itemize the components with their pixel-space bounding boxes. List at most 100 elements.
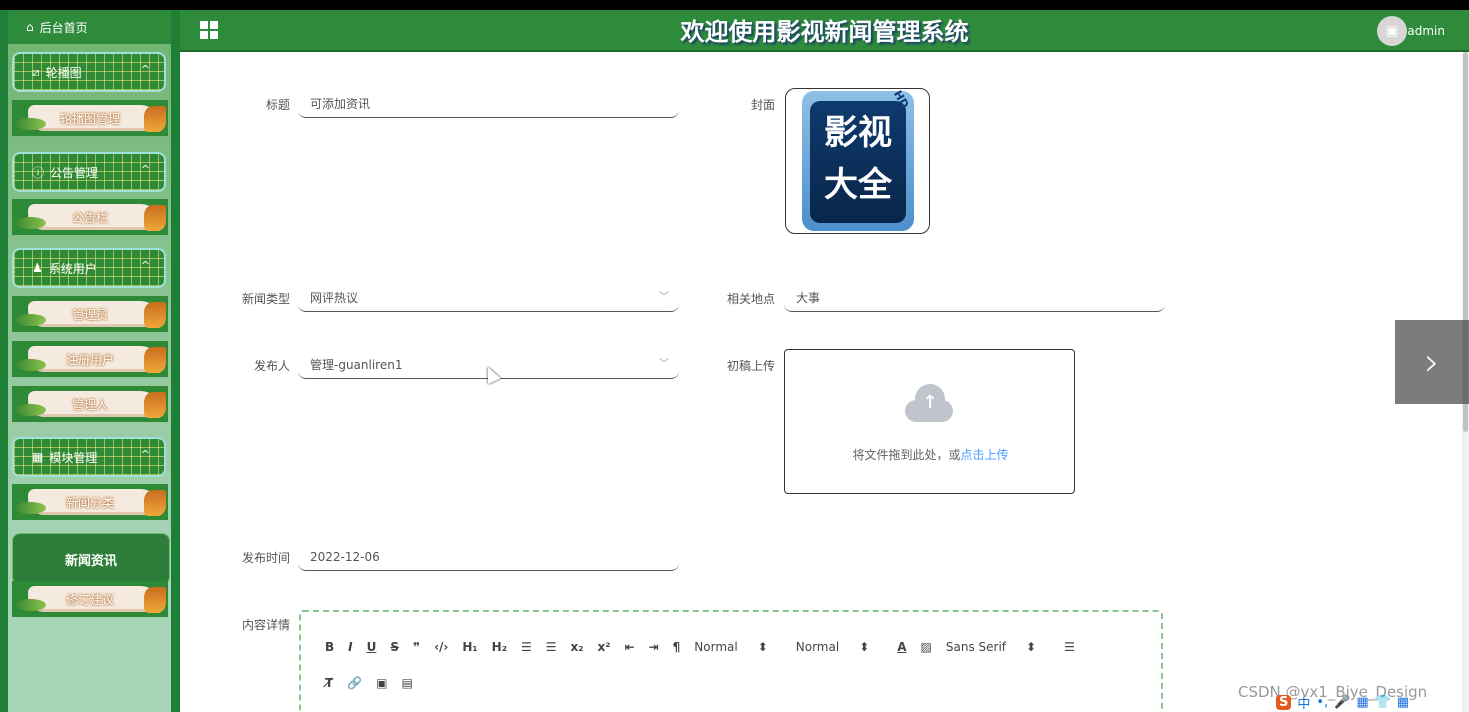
h2-button[interactable]: H₂ — [492, 640, 507, 654]
outdent-button[interactable]: ⇤ — [625, 640, 635, 654]
news-type-label: 新闻类型 — [241, 292, 290, 306]
keyboard-icon[interactable]: ▦ — [1356, 695, 1368, 710]
leaf-decoration — [16, 314, 46, 326]
leaf-decoration — [16, 404, 46, 416]
font-color-button[interactable]: A — [897, 640, 906, 654]
microphone-icon[interactable]: 🎤 — [1334, 695, 1350, 710]
align-button[interactable]: ☰ — [1064, 640, 1075, 654]
leaf-decoration — [144, 205, 166, 231]
avatar[interactable]: ▣ — [1377, 16, 1407, 46]
skin-icon[interactable]: 👕 — [1375, 695, 1391, 710]
sidebar-item-revision-suggestions[interactable]: 修订建议 — [12, 581, 168, 617]
grid-icon: ▦ — [32, 450, 44, 464]
blockquote-button[interactable]: ❞ — [413, 640, 420, 654]
place-label: 相关地点 — [726, 292, 775, 306]
video-button[interactable]: ▤ — [401, 676, 412, 690]
cover-logo: 影视 大全 HD — [802, 89, 914, 231]
next-arrow-button[interactable]: › — [1395, 320, 1469, 404]
cover-logo-inner: 影视 大全 — [810, 101, 906, 223]
sidebar-item-registered-users[interactable]: 注册用户 — [12, 341, 168, 377]
rich-text-editor[interactable]: B I U S ❞ ‹/› H₁ H₂ ☰ ☰ x₂ x² ⇤ ⇥ ¶ Norm… — [299, 610, 1163, 712]
size-select[interactable]: Normal ⬍ — [694, 640, 767, 654]
sidebar-group-label: 公告管理 — [50, 165, 99, 180]
bold-button[interactable]: B — [325, 640, 334, 654]
leaf-decoration — [16, 217, 46, 229]
italic-button[interactable]: I — [348, 640, 352, 654]
sidebar-group-module[interactable]: ▦ 模块管理 ^ — [12, 437, 166, 477]
leaf-decoration — [144, 392, 166, 418]
background-color-button[interactable]: ▨ — [921, 640, 932, 654]
title-input[interactable]: 可添加资讯 — [298, 92, 679, 118]
sidebar-group-carousel[interactable]: ⧄ 轮播图 ^ — [12, 52, 166, 92]
updown-icon: ⬍ — [859, 640, 870, 654]
sidebar-group-label: 系统用户 — [48, 261, 97, 276]
chevron-up-icon: ^ — [140, 163, 150, 176]
leaf-decoration — [16, 359, 46, 371]
code-button[interactable]: ‹/› — [434, 640, 448, 654]
sidebar-item-admin[interactable]: 管理员 — [12, 296, 168, 332]
image-button[interactable]: ▣ — [376, 676, 387, 690]
sidebar-item-label: 注册用户 — [65, 352, 114, 367]
publish-time-label: 发布时间 — [241, 551, 290, 565]
sidebar-item-carousel-manage[interactable]: 轮播图管理 — [12, 100, 168, 136]
screen-top-border — [0, 0, 1469, 10]
sidebar-home-link[interactable]: ⌂ 后台首页 — [8, 10, 171, 44]
draft-upload-label: 初稿上传 — [726, 359, 775, 373]
indent-button[interactable]: ⇥ — [649, 640, 659, 654]
link-button[interactable]: 🔗 — [347, 676, 362, 690]
upload-hint: 将文件拖到此处，或点击上传 — [785, 446, 1076, 463]
sidebar-group-label: 轮播图 — [45, 65, 82, 80]
news-type-select[interactable]: 网评热议 ﹀ — [298, 286, 679, 312]
alert-circle-icon: ⓘ — [32, 165, 45, 180]
place-input[interactable]: 大事 — [784, 286, 1165, 312]
underline-button[interactable]: U — [367, 640, 377, 654]
user-icon: ♟ — [32, 261, 43, 275]
sidebar-item-label: 新闻资讯 — [64, 553, 117, 569]
sogou-icon[interactable]: S — [1276, 695, 1292, 710]
sidebar-item-notice-board[interactable]: 公告栏 — [12, 199, 168, 235]
h1-button[interactable]: H₁ — [462, 640, 477, 654]
sidebar-group-notice[interactable]: ⓘ 公告管理 ^ — [12, 152, 166, 192]
sidebar-home-label: 后台首页 — [39, 20, 88, 35]
leaf-decoration — [16, 118, 46, 130]
sidebar-group-label: 模块管理 — [49, 450, 98, 465]
chevron-down-icon: ﹀ — [659, 292, 669, 303]
sidebar: ⌂ 后台首页 ⧄ 轮播图 ^ 轮播图管理 ⓘ 公告管理 ^ 公告栏 ♟ 系统用户… — [0, 10, 180, 712]
cover-image[interactable]: 影视 大全 HD — [785, 88, 930, 234]
text-direction-button[interactable]: ¶ — [673, 640, 681, 654]
font-select-value: Sans Serif — [945, 640, 1007, 654]
sidebar-item-news-category[interactable]: 新闻分类 — [12, 484, 168, 520]
clear-format-button[interactable]: T̸ — [325, 676, 333, 690]
size-select-value: Normal — [694, 640, 738, 654]
header-select-value: Normal — [795, 640, 840, 654]
subscript-button[interactable]: x₂ — [571, 640, 584, 654]
toolbox-icon[interactable]: ▦ — [1397, 695, 1409, 710]
upload-hint-text: 将文件拖到此处，或 — [852, 448, 961, 462]
superscript-button[interactable]: x² — [598, 640, 611, 654]
top-header: 欢迎使用影视新闻管理系统 ▣ admin — [180, 10, 1469, 52]
ordered-list-button[interactable]: ☰ — [521, 640, 532, 654]
sidebar-item-label: 公告栏 — [71, 210, 108, 225]
file-upload-dropzone[interactable]: ↑ 将文件拖到此处，或点击上传 — [784, 349, 1075, 494]
publisher-value: 管理-guanliren1 — [310, 358, 403, 372]
ime-punctuation[interactable]: •, — [1316, 695, 1328, 710]
bullet-list-button[interactable]: ☰ — [546, 640, 557, 654]
ime-chinese-mode[interactable]: 中 — [1297, 693, 1310, 712]
cover-text-bottom: 大全 — [824, 165, 892, 205]
upload-link[interactable]: 点击上传 — [961, 448, 1009, 462]
publish-time-input[interactable]: 2022-12-06 — [298, 545, 679, 571]
content-label: 内容详情 — [241, 618, 290, 632]
editor-toolbar-row-1: B I U S ❞ ‹/› H₁ H₂ ☰ ☰ x₂ x² ⇤ ⇥ ¶ Norm… — [325, 640, 1089, 654]
chevron-up-icon: ^ — [140, 259, 150, 272]
leaf-decoration — [144, 106, 166, 132]
page-title: 欢迎使用影视新闻管理系统 — [680, 18, 969, 46]
sidebar-item-label: 新闻分类 — [65, 495, 114, 510]
font-select[interactable]: Sans Serif ⬍ — [946, 640, 1036, 654]
header-select[interactable]: Normal ⬍ — [796, 640, 869, 654]
sidebar-item-manager[interactable]: 管理人 — [12, 386, 168, 422]
arrow-up-icon: ↑ — [922, 392, 938, 413]
strike-button[interactable]: S — [390, 640, 399, 654]
username[interactable]: admin — [1407, 24, 1445, 38]
sidebar-item-news-info[interactable]: 新闻资讯 — [12, 533, 170, 585]
sidebar-group-system-users[interactable]: ♟ 系统用户 ^ — [12, 248, 166, 288]
